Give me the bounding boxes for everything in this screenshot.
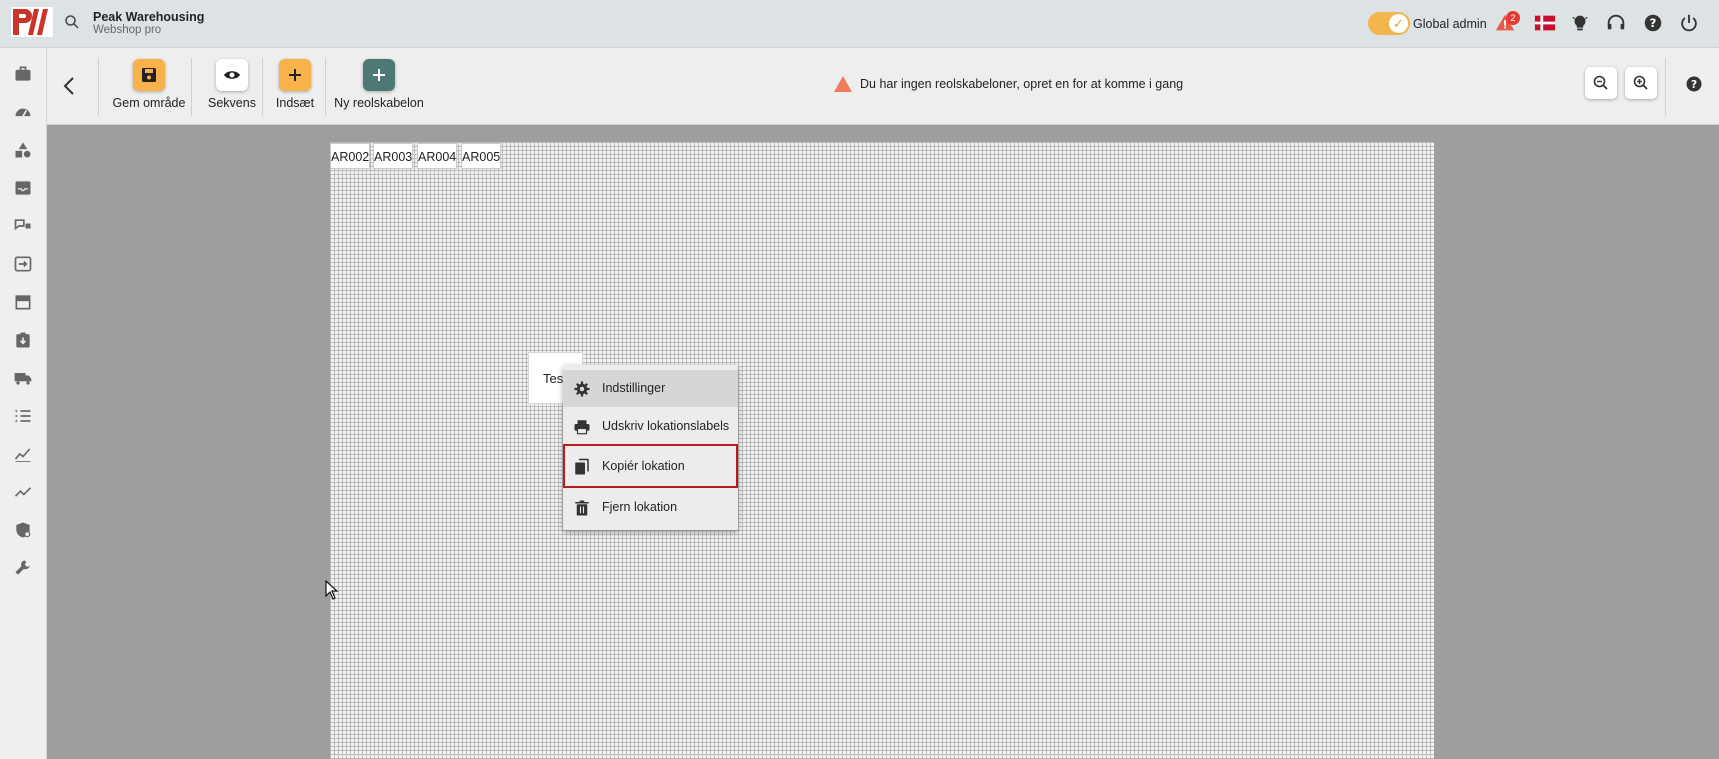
menu-item-label: Udskriv lokationslabels xyxy=(602,419,730,433)
company-subtitle: Webshop pro xyxy=(93,24,162,36)
mouse-cursor-icon xyxy=(325,580,339,600)
danish-flag-icon[interactable] xyxy=(1534,12,1556,34)
store-icon[interactable] xyxy=(13,292,33,312)
truck-icon[interactable] xyxy=(13,368,33,388)
zoom-in-button[interactable] xyxy=(1625,67,1657,99)
new-rack-template-label: Ny reolskabelon xyxy=(334,96,424,110)
location-box[interactable]: AR002 xyxy=(330,143,370,169)
copy-icon xyxy=(575,458,589,475)
warning-text: Du har ingen reolskabeloner, opret en fo… xyxy=(860,77,1184,91)
location-box[interactable]: AR003 xyxy=(373,143,413,169)
svg-text:?: ? xyxy=(1691,78,1697,91)
toolbar-divider xyxy=(262,58,263,116)
location-box[interactable]: AR004 xyxy=(417,143,457,169)
menu-item-label: Fjern lokation xyxy=(602,500,678,514)
insert-label: Indsæt xyxy=(275,96,315,110)
trash-icon xyxy=(575,500,589,516)
warehouse-grid-canvas[interactable]: AR002 AR003 AR004 AR005 Tes xyxy=(330,142,1434,759)
svg-text:?: ? xyxy=(1650,16,1657,30)
save-area-label: Gem område xyxy=(112,96,186,110)
toolbar-divider xyxy=(1665,58,1666,116)
back-arrow-icon[interactable] xyxy=(58,74,82,98)
briefcase-icon[interactable] xyxy=(13,64,33,84)
toolbar-divider xyxy=(191,58,192,116)
help-icon[interactable]: ? xyxy=(1684,74,1704,94)
help-icon[interactable]: ? xyxy=(1642,12,1664,34)
trend-icon[interactable] xyxy=(13,482,33,502)
peak-warehousing-logo[interactable] xyxy=(11,7,53,37)
company-name: Peak Warehousing xyxy=(93,10,205,24)
printer-icon xyxy=(574,420,590,435)
support-headset-icon[interactable] xyxy=(1605,12,1627,34)
sequence-button[interactable]: Sekvens xyxy=(200,59,264,110)
analytics-icon[interactable] xyxy=(13,444,33,464)
zoom-out-button[interactable] xyxy=(1585,67,1617,99)
location-context-menu: Indstillinger Udskriv lokationslabels Ko… xyxy=(563,365,738,530)
toolbar-divider xyxy=(325,58,326,116)
power-icon[interactable] xyxy=(1678,12,1700,34)
shield-settings-icon[interactable] xyxy=(13,520,33,540)
search-icon[interactable] xyxy=(63,13,81,31)
zoom-in-icon xyxy=(1633,75,1648,90)
lightbulb-icon[interactable] xyxy=(1569,12,1591,34)
plus-icon xyxy=(279,59,311,91)
notification-badge: 2 xyxy=(1506,11,1520,25)
menu-item-label: Indstillinger xyxy=(602,381,666,395)
location-box[interactable]: AR005 xyxy=(461,143,501,169)
transfer-icon[interactable] xyxy=(13,254,33,274)
menu-item-copy-location[interactable]: Kopiér lokation xyxy=(563,444,738,488)
wrench-icon[interactable] xyxy=(13,558,33,578)
save-icon xyxy=(133,59,165,91)
eye-icon xyxy=(216,59,248,91)
toolbar-divider xyxy=(98,58,99,116)
plus-icon xyxy=(363,59,395,91)
menu-item-remove-location[interactable]: Fjern lokation xyxy=(563,489,738,526)
clipboard-download-icon[interactable] xyxy=(13,330,33,350)
insert-button[interactable]: Indsæt xyxy=(269,59,321,110)
dashboard-icon[interactable] xyxy=(13,102,33,122)
top-bar: Peak Warehousing Webshop pro ✓ Global ad… xyxy=(0,0,1719,48)
global-admin-toggle[interactable]: ✓ xyxy=(1368,12,1410,35)
menu-item-settings[interactable]: Indstillinger xyxy=(563,370,738,407)
sidebar xyxy=(0,48,47,759)
new-rack-template-button[interactable]: Ny reolskabelon xyxy=(334,59,424,110)
editor-toolbar: Gem område Sekvens Indsæt Ny reolskabelo… xyxy=(47,48,1719,125)
save-area-button[interactable]: Gem område xyxy=(108,59,190,110)
zoom-out-icon xyxy=(1593,75,1608,90)
check-icon: ✓ xyxy=(1389,14,1408,33)
gear-icon xyxy=(574,381,590,397)
menu-item-label: Kopiér lokation xyxy=(602,459,685,473)
numbered-list-icon[interactable] xyxy=(13,406,33,426)
sequence-label: Sekvens xyxy=(208,96,256,110)
chat-list-icon[interactable] xyxy=(13,216,33,236)
inbox-icon[interactable] xyxy=(13,178,33,198)
global-admin-label: Global admin xyxy=(1413,17,1487,31)
menu-item-print-labels[interactable]: Udskriv lokationslabels xyxy=(563,408,738,445)
shapes-icon[interactable] xyxy=(13,140,33,160)
warning-icon xyxy=(834,76,852,92)
